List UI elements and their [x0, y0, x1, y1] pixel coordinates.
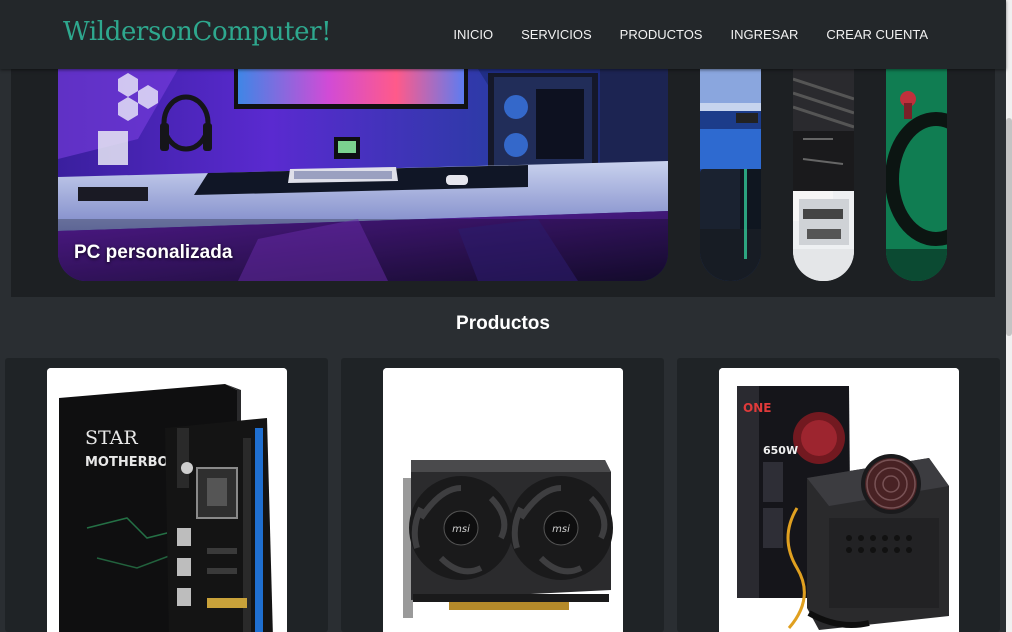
gpu-fan-logo-1: msi — [452, 524, 470, 535]
product-image-motherboard: STAR MOTHERBOARD — [47, 368, 287, 632]
motherboard-box-text-star: STAR — [85, 427, 138, 449]
graphics-card-image: msi msi — [383, 368, 623, 632]
nav-link-servicios[interactable]: SERVICIOS — [521, 27, 592, 42]
motherboard-image: STAR MOTHERBOARD — [47, 368, 287, 632]
power-supply-image: ONE 650W — [719, 368, 959, 632]
image-slider: PC personalizada — [11, 69, 995, 297]
nav-link-ingresar[interactable]: INGRESAR — [730, 27, 798, 42]
top-navbar: WildersonComputer! INICIO SERVICIOS PROD… — [0, 0, 1006, 69]
nav-link-productos[interactable]: PRODUCTOS — [620, 27, 703, 42]
slider-panel-2[interactable] — [700, 69, 761, 281]
product-card-motherboard[interactable]: STAR MOTHERBOARD — [5, 358, 328, 632]
product-image-gpu: msi msi — [383, 368, 623, 632]
nav-menu: INICIO SERVICIOS PRODUCTOS INGRESAR CREA… — [453, 27, 928, 42]
psu-brand-logo: ONE — [743, 401, 771, 415]
slider-panel-4[interactable] — [886, 69, 947, 281]
slider-thumb-image-4 — [886, 69, 947, 281]
slider-panel-pc-personalizada[interactable]: PC personalizada — [58, 69, 668, 281]
slider-panel-3[interactable] — [793, 69, 854, 281]
nav-link-inicio[interactable]: INICIO — [453, 27, 493, 42]
page-scrollbar[interactable] — [1006, 0, 1012, 632]
products-section-title: Productos — [456, 313, 550, 334]
psu-box-watts: 650W — [763, 444, 798, 457]
nav-link-crear-cuenta[interactable]: CREAR CUENTA — [826, 27, 928, 42]
slider-caption: PC personalizada — [74, 242, 233, 263]
slider-thumb-image-2 — [700, 69, 761, 281]
product-card-psu[interactable]: ONE 650W — [677, 358, 1000, 632]
brand-logo[interactable]: WildersonComputer! — [63, 17, 332, 47]
slider-thumb-image-3 — [793, 69, 854, 281]
gpu-fan-logo-2: msi — [552, 524, 570, 535]
product-image-psu: ONE 650W — [719, 368, 959, 632]
product-card-gpu[interactable]: msi msi — [341, 358, 664, 632]
scrollbar-thumb[interactable] — [1006, 118, 1012, 336]
